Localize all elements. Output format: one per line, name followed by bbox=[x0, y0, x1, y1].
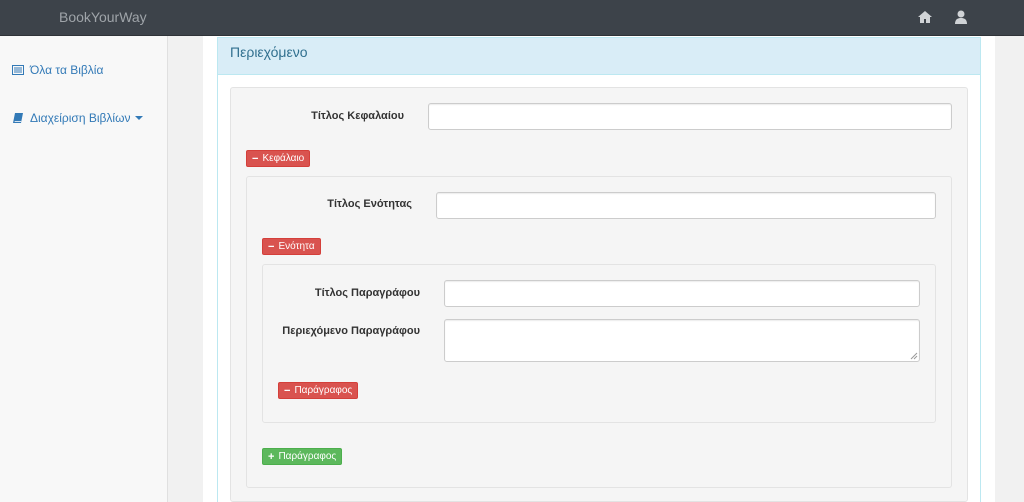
remove-chapter-button[interactable]: − Κεφάλαιο bbox=[246, 150, 311, 167]
home-icon[interactable] bbox=[917, 9, 933, 25]
sidebar-item-label: Όλα τα Βιβλία bbox=[30, 63, 104, 77]
section-title-input[interactable] bbox=[436, 192, 936, 219]
paragraph-title-input[interactable] bbox=[444, 280, 920, 307]
paragraph-content-textarea[interactable] bbox=[444, 319, 920, 362]
remove-section-button[interactable]: − Ενότητα bbox=[262, 238, 321, 255]
sidebar-item-manage-books[interactable]: Διαχείριση Βιβλίων bbox=[12, 111, 144, 125]
book-icon bbox=[12, 112, 24, 124]
minus-icon: − bbox=[284, 384, 291, 397]
paragraph-content-label: Περιεχόμενο Παραγράφου bbox=[282, 325, 420, 337]
minus-icon: − bbox=[252, 152, 259, 165]
plus-icon: + bbox=[268, 450, 275, 463]
chapter-title-input[interactable] bbox=[428, 103, 952, 130]
right-gutter bbox=[995, 36, 1024, 502]
user-icon[interactable] bbox=[953, 9, 969, 25]
list-icon bbox=[12, 64, 24, 76]
sidebar: Όλα τα Βιβλία Διαχείριση Βιβλίων bbox=[0, 36, 168, 502]
minus-icon: − bbox=[268, 240, 275, 253]
brand-logo[interactable]: BookYourWay bbox=[59, 9, 147, 25]
sidebar-item-all-books[interactable]: Όλα τα Βιβλία bbox=[12, 63, 103, 77]
section-title-label: Τίτλος Ενότητας bbox=[327, 198, 412, 210]
panel-title: Περιεχόμενο bbox=[230, 44, 308, 60]
add-paragraph-button[interactable]: + Παράγραφος bbox=[262, 448, 343, 465]
sidebar-item-label: Διαχείριση Βιβλίων bbox=[30, 111, 131, 125]
chapter-title-label: Τίτλος Κεφαλαίου bbox=[311, 110, 404, 122]
top-navbar: BookYourWay bbox=[0, 0, 1024, 36]
paragraph-title-label: Τίτλος Παραγράφου bbox=[314, 287, 420, 299]
resize-handle-icon[interactable] bbox=[910, 352, 918, 360]
chevron-down-icon bbox=[135, 116, 144, 120]
panel-heading: Περιεχόμενο bbox=[217, 37, 981, 75]
remove-paragraph-button[interactable]: − Παράγραφος bbox=[278, 382, 359, 399]
content-gutter bbox=[169, 36, 203, 502]
